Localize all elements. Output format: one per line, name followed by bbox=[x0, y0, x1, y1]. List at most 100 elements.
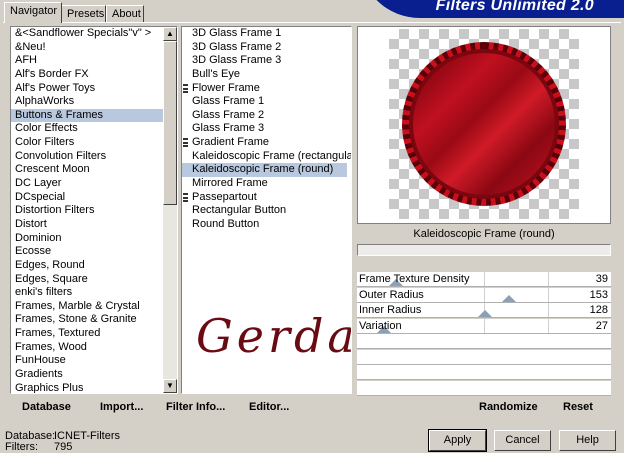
category-item[interactable]: Buttons & Frames bbox=[11, 108, 163, 123]
filter-item[interactable]: Glass Frame 3 bbox=[182, 122, 347, 136]
filter-item[interactable]: Round Button bbox=[182, 218, 347, 232]
scroll-thumb[interactable] bbox=[163, 41, 177, 205]
filter-item[interactable]: Gradient Frame bbox=[182, 136, 347, 150]
filter-item[interactable]: Bull's Eye bbox=[182, 68, 347, 82]
category-item[interactable]: Color Filters bbox=[11, 136, 163, 150]
category-item[interactable]: AFH bbox=[11, 54, 163, 68]
category-item[interactable]: &<Sandflower Specials"v" > bbox=[11, 27, 163, 41]
cancel-button[interactable]: Cancel bbox=[494, 430, 551, 451]
filter-list[interactable]: 3D Glass Frame 1 3D Glass Frame 2 3D Glass… bbox=[181, 26, 352, 394]
tab-about[interactable]: About bbox=[106, 5, 144, 22]
slider-inner-radius[interactable]: Inner Radius 128 bbox=[357, 303, 611, 318]
randomize-button[interactable]: Randomize bbox=[479, 401, 538, 413]
empty-slider-row bbox=[357, 349, 611, 365]
category-list[interactable]: &<Sandflower Specials"v" > &Neu! AFH Alf's … bbox=[10, 26, 178, 394]
filter-item[interactable]: 3D Glass Frame 1 bbox=[182, 27, 347, 41]
slider-label: Outer Radius bbox=[359, 288, 424, 301]
editor-button[interactable]: Editor... bbox=[249, 401, 289, 413]
slider-tick bbox=[547, 287, 549, 302]
category-item[interactable]: Dominion bbox=[11, 232, 163, 246]
slider-tick bbox=[547, 318, 549, 333]
preview-caption: Kaleidoscopic Frame (round) bbox=[413, 228, 555, 240]
filter-item-label: Gradient Frame bbox=[192, 136, 270, 149]
category-item[interactable]: Distortion Filters bbox=[11, 204, 163, 218]
filter-item-label: Mirrored Frame bbox=[192, 177, 268, 190]
filter-item-label: 3D Glass Frame 2 bbox=[192, 40, 282, 53]
filter-item[interactable]: Passepartout bbox=[182, 191, 347, 205]
category-scrollbar[interactable]: ▲ ▼ bbox=[163, 27, 177, 393]
status-filters-label: Filters: bbox=[5, 441, 38, 453]
category-item[interactable]: Convolution Filters bbox=[11, 150, 163, 164]
tab-navigator[interactable]: Navigator bbox=[4, 2, 62, 23]
slider-variation[interactable]: Variation 27 bbox=[357, 318, 611, 334]
filter-item[interactable]: Flower Frame bbox=[182, 82, 347, 96]
reset-button[interactable]: Reset bbox=[563, 401, 593, 413]
slider-label: Inner Radius bbox=[359, 304, 422, 316]
slider-frame-texture-density[interactable]: Frame Texture Density 39 bbox=[357, 272, 611, 287]
category-item[interactable]: Alf's Power Toys bbox=[11, 82, 163, 96]
filter-item[interactable]: 3D Glass Frame 3 bbox=[182, 54, 347, 68]
preview-ring bbox=[409, 49, 559, 199]
slider-value: 128 bbox=[589, 304, 608, 316]
category-item[interactable]: Graphics Plus bbox=[11, 382, 163, 393]
folder-marker-icon bbox=[183, 192, 188, 202]
category-item[interactable]: AlphaWorks bbox=[11, 95, 163, 109]
database-button[interactable]: Database bbox=[22, 401, 71, 413]
slider-thumb-icon[interactable] bbox=[477, 310, 492, 317]
empty-slider-row bbox=[357, 334, 611, 349]
apply-button[interactable]: Apply bbox=[428, 429, 487, 452]
slider-label: Variation bbox=[359, 319, 402, 332]
scroll-down-icon[interactable]: ▼ bbox=[163, 379, 177, 393]
category-item[interactable]: Edges, Round bbox=[11, 259, 163, 273]
preview-pane bbox=[357, 26, 611, 224]
filter-info-button[interactable]: Filter Info... bbox=[166, 401, 225, 413]
category-item[interactable]: Edges, Square bbox=[11, 273, 163, 287]
filter-item-label: Bull's Eye bbox=[192, 67, 240, 80]
empty-slider-row bbox=[357, 365, 611, 380]
category-item[interactable]: &Neu! bbox=[11, 41, 163, 55]
category-item[interactable]: Alf's Border FX bbox=[11, 68, 163, 82]
category-item[interactable]: Frames, Marble & Crystal bbox=[11, 300, 163, 314]
filter-item[interactable]: 3D Glass Frame 2 bbox=[182, 41, 347, 55]
status-filters-value: 795 bbox=[54, 441, 73, 453]
slider-label: Frame Texture Density bbox=[359, 273, 470, 285]
category-item[interactable]: Frames, Textured bbox=[11, 327, 163, 341]
help-button[interactable]: Help bbox=[559, 430, 616, 451]
scroll-up-icon[interactable]: ▲ bbox=[163, 27, 177, 41]
category-item[interactable]: enki's filters bbox=[11, 286, 163, 300]
filter-item[interactable]: Mirrored Frame bbox=[182, 177, 347, 191]
category-item[interactable]: DC Layer bbox=[11, 177, 163, 191]
filter-item[interactable]: Kaleidoscopic Frame (rectangular) bbox=[182, 150, 351, 164]
watermark-signature: Gerda bbox=[196, 309, 352, 363]
category-item[interactable]: Color Effects bbox=[11, 122, 163, 136]
category-item[interactable]: DCspecial bbox=[11, 191, 163, 205]
title-banner: Filters Unlimited 2.0 bbox=[360, 0, 624, 18]
slider-tick bbox=[484, 287, 485, 302]
filter-item-label: Rectangular Button bbox=[192, 204, 287, 217]
import-button[interactable]: Import... bbox=[100, 401, 143, 413]
filter-item[interactable]: Glass Frame 2 bbox=[182, 109, 347, 123]
tab-presets[interactable]: Presets bbox=[61, 5, 106, 22]
slider-tick bbox=[484, 272, 485, 286]
folder-marker-icon bbox=[183, 138, 188, 148]
category-item[interactable]: Ecosse bbox=[11, 245, 163, 259]
slider-thumb-icon[interactable] bbox=[502, 294, 517, 302]
filter-item-label: Kaleidoscopic Frame (rectangular) bbox=[192, 149, 352, 162]
filter-item-label: Round Button bbox=[192, 217, 260, 230]
slider-outer-radius[interactable]: Outer Radius 153 bbox=[357, 287, 611, 303]
category-item[interactable]: Crescent Moon bbox=[11, 163, 163, 177]
category-item[interactable]: FunHouse bbox=[11, 354, 163, 368]
filter-item-label: 3D Glass Frame 1 bbox=[192, 27, 282, 39]
filter-item[interactable]: Kaleidoscopic Frame (round) bbox=[182, 163, 347, 178]
category-item[interactable]: Distort bbox=[11, 218, 163, 232]
preview-frame-disc bbox=[402, 42, 566, 206]
app-title: Filters Unlimited 2.0 bbox=[435, 0, 594, 14]
filter-item-label: Glass Frame 1 bbox=[192, 95, 265, 108]
empty-slider-row bbox=[357, 380, 611, 396]
parameter-sliders: Frame Texture Density 39 Outer Radius 153 In… bbox=[357, 272, 611, 396]
category-item[interactable]: Frames, Wood bbox=[11, 341, 163, 355]
category-item[interactable]: Gradients bbox=[11, 368, 163, 382]
filter-item[interactable]: Rectangular Button bbox=[182, 204, 347, 218]
category-item[interactable]: Frames, Stone & Granite bbox=[11, 313, 163, 327]
filter-item[interactable]: Glass Frame 1 bbox=[182, 95, 347, 109]
